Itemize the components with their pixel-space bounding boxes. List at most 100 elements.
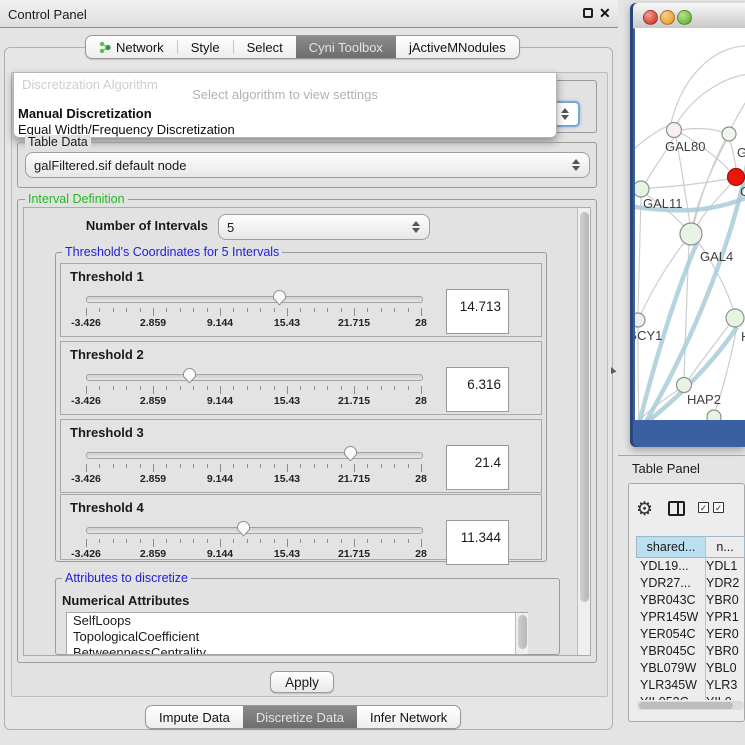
threshold-label: Threshold 3 [70,425,144,440]
threshold-value-field[interactable]: 14.713 [446,289,509,334]
close-traffic-icon[interactable] [643,10,658,25]
tab-cyni-toolbox[interactable]: Cyni Toolbox [296,36,396,58]
slider-track[interactable] [86,452,423,459]
tab-select[interactable]: Select [234,36,296,58]
apply-button[interactable]: Apply [270,671,334,693]
threshold-value-field[interactable]: 11.344 [446,520,509,565]
threshold-value-field[interactable]: 21.4 [446,445,509,490]
table-hscrollbar[interactable] [637,701,744,710]
float-window-icon[interactable] [583,8,593,18]
name-cell: YIL0 [706,695,732,700]
name-cell: YER0 [706,627,739,641]
node-label: C [740,184,745,199]
tick-mark [166,386,167,390]
column-header-shared[interactable]: shared... [636,536,706,558]
table-row[interactable]: YDR27...YDR2 [636,575,745,592]
minimize-traffic-icon[interactable] [660,10,675,25]
tick-mark [207,386,208,390]
table-row[interactable]: YPR145WYPR1 [636,609,745,626]
table-row[interactable]: YER054CYER0 [636,626,745,643]
zoom-traffic-icon[interactable] [677,10,692,25]
network-node-ga[interactable] [722,127,736,141]
tick-mark [314,464,315,468]
name-cell: YPR1 [706,610,739,624]
tick-mark [327,539,328,543]
tick-mark [153,539,154,547]
control-panel-titlebar [0,0,618,28]
slider-track[interactable] [86,296,423,303]
tick-mark [207,539,208,543]
network-node-gcy1[interactable] [635,313,645,327]
interval-scrollbar[interactable] [577,208,590,655]
tab-network[interactable]: Network [86,36,177,58]
tick-mark [300,308,301,312]
tick-mark [193,308,194,312]
tick-mark [140,308,141,312]
slider-thumb[interactable] [182,367,197,387]
tick-label: 2.859 [140,395,166,407]
network-canvas[interactable]: GAL80GAGAL11CGAL4GCY1HAP2H [635,28,745,420]
num-intervals-spinner[interactable]: 5 [218,214,430,240]
attribute-item-betweennesscentrality[interactable]: BetweennessCentrality [67,645,527,655]
node-table[interactable]: YDL19...YDL1YDR27...YDR2YBR043CYBR0YPR14… [636,558,745,700]
network-node-h[interactable] [726,309,744,327]
numerical-attributes-list[interactable]: SelfLoopsTopologicalCoefficientBetweenne… [66,612,528,655]
attribute-item-topologicalcoefficient[interactable]: TopologicalCoefficient [67,629,527,645]
attribute-item-selfloops[interactable]: SelfLoops [67,613,527,629]
num-intervals-value: 5 [227,220,234,235]
tick-mark [126,308,127,312]
tick-mark [314,308,315,312]
checkbox-icon[interactable]: ✓ [698,502,709,513]
slider-track[interactable] [86,374,423,381]
tab-impute-data[interactable]: Impute Data [146,706,243,728]
split-columns-icon[interactable] [668,501,685,516]
tick-mark [274,308,275,312]
table-hscrollbar-thumb[interactable] [639,702,733,709]
table-row[interactable]: YBL079WYBL0 [636,660,745,677]
tick-mark [394,308,395,312]
control-panel-title: Control Panel [8,7,87,22]
table-row[interactable]: YIL052CYIL0 [636,694,745,700]
tick-label: 28 [415,395,427,407]
network-node-hap2[interactable] [677,378,692,393]
table-panel-divider[interactable] [618,455,745,456]
slider-track[interactable] [86,527,423,534]
slider-thumb[interactable] [343,445,358,465]
threshold-label: Threshold 4 [70,500,144,515]
close-icon[interactable]: ✕ [599,5,611,22]
table-row[interactable]: YBR043CYBR0 [636,592,745,609]
tick-label: 21.715 [338,473,370,485]
slider-thumb[interactable] [272,289,287,309]
numerical-attributes-label: Numerical Attributes [62,593,189,608]
threshold-value-field[interactable]: 6.316 [446,367,509,412]
network-node-gal11[interactable] [635,181,649,197]
column-header-name[interactable]: n... [705,536,745,558]
network-node-gal80[interactable] [667,123,682,138]
attributes-scrollbar[interactable] [515,613,528,654]
gear-icon[interactable]: ⚙ [636,498,653,521]
network-graph: GAL80GAGAL11CGAL4GCY1HAP2H [635,28,745,420]
table-row[interactable]: YBR045CYBR0 [636,643,745,660]
tick-mark [86,308,87,316]
tick-label: 2.859 [140,317,166,329]
slider-thumb[interactable] [236,520,251,540]
tab-infer-network[interactable]: Infer Network [357,706,460,728]
tab-style[interactable]: Style [178,36,233,58]
checkbox-icon[interactable]: ✓ [713,502,724,513]
tick-mark [99,386,100,390]
network-node-partial[interactable] [707,410,721,420]
network-node-c[interactable] [728,169,745,186]
tab-label: jActiveMNodules [409,40,506,55]
network-node-gal4[interactable] [680,223,702,245]
tick-mark [381,308,382,312]
table-data-combobox[interactable]: galFiltered.sif default node [25,152,590,178]
tab-discretize-data[interactable]: Discretize Data [243,706,357,728]
table-row[interactable]: YLR345WYLR3 [636,677,745,694]
table-row[interactable]: YDL19...YDL1 [636,558,745,575]
interval-scrollbar-thumb[interactable] [580,212,589,602]
dropdown-item-manual-discretization[interactable]: Manual Discretization [18,106,152,121]
attributes-scrollbar-thumb[interactable] [518,615,527,649]
tick-mark [207,308,208,312]
combo-arrows-icon [572,159,580,171]
tab-jactivemnodules[interactable]: jActiveMNodules [396,36,519,58]
